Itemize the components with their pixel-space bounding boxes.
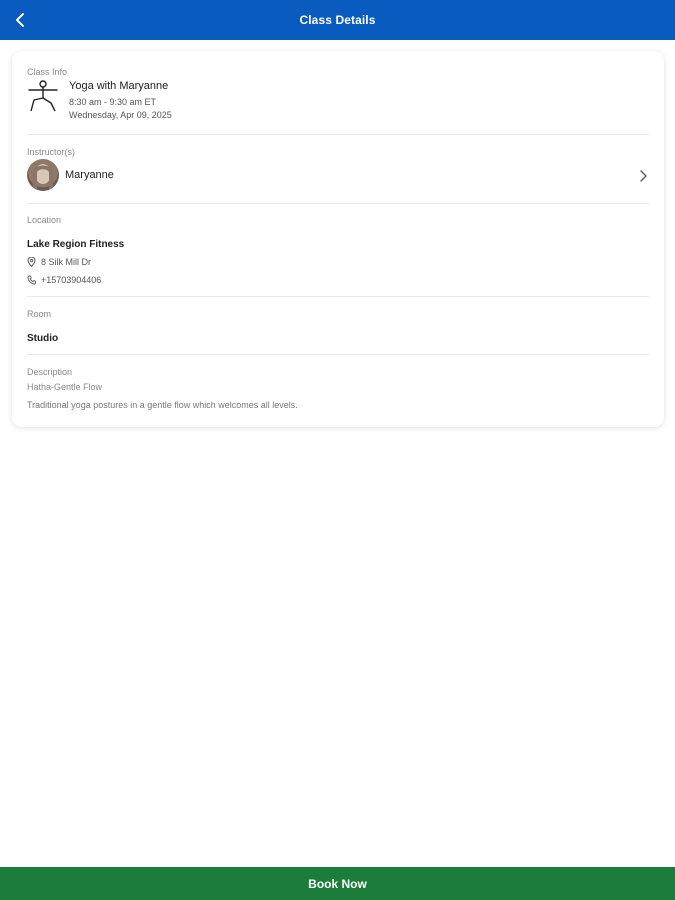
location-section: Location Lake Region Fitness 8 Silk Mill… <box>27 215 649 295</box>
chevron-right-icon[interactable] <box>637 169 649 183</box>
description-section: Description Hatha-Gentle Flow Traditiona… <box>27 367 649 417</box>
divider <box>27 354 649 355</box>
divider <box>27 203 649 204</box>
class-info-label: Class Info <box>27 67 68 77</box>
page-title: Class Details <box>299 13 376 27</box>
avatar <box>27 159 59 191</box>
class-time: 8:30 am - 9:30 am ET <box>69 97 157 107</box>
instructor-label: Instructor(s) <box>27 147 76 157</box>
location-label: Location <box>27 215 62 225</box>
class-date: Wednesday, Apr 09, 2025 <box>69 110 172 120</box>
location-address: 8 Silk Mill Dr <box>41 257 92 267</box>
location-phone-row[interactable]: +15703904406 <box>27 275 101 285</box>
location-phone: +15703904406 <box>41 275 102 285</box>
description-subtitle: Hatha-Gentle Flow <box>27 382 103 392</box>
location-name: Lake Region Fitness <box>27 239 125 250</box>
location-address-row[interactable]: 8 Silk Mill Dr <box>27 257 91 267</box>
description-label: Description <box>27 367 73 377</box>
room-label: Room <box>27 309 52 319</box>
divider <box>27 134 649 135</box>
top-app-bar: Class Details <box>0 0 675 40</box>
class-details-card: Class Info Yoga with Maryanne 8:30 am - … <box>12 51 664 427</box>
book-now-button[interactable]: Book Now <box>0 867 675 900</box>
chevron-left-icon <box>16 13 24 27</box>
description-text: Traditional yoga postures in a gentle fl… <box>27 400 298 410</box>
back-button[interactable] <box>6 6 34 34</box>
room-section: Room Studio <box>27 309 649 349</box>
yoga-pose-icon <box>28 80 58 112</box>
divider <box>27 296 649 297</box>
avatar-image <box>33 164 53 189</box>
phone-icon <box>27 275 36 285</box>
room-name: Studio <box>27 333 59 344</box>
class-info-section: Class Info Yoga with Maryanne 8:30 am - … <box>27 67 649 137</box>
instructor-section[interactable]: Instructor(s) Maryanne <box>27 147 649 197</box>
class-name: Yoga with Maryanne <box>69 80 169 92</box>
instructor-name: Maryanne <box>65 169 114 181</box>
map-pin-icon <box>27 257 36 267</box>
